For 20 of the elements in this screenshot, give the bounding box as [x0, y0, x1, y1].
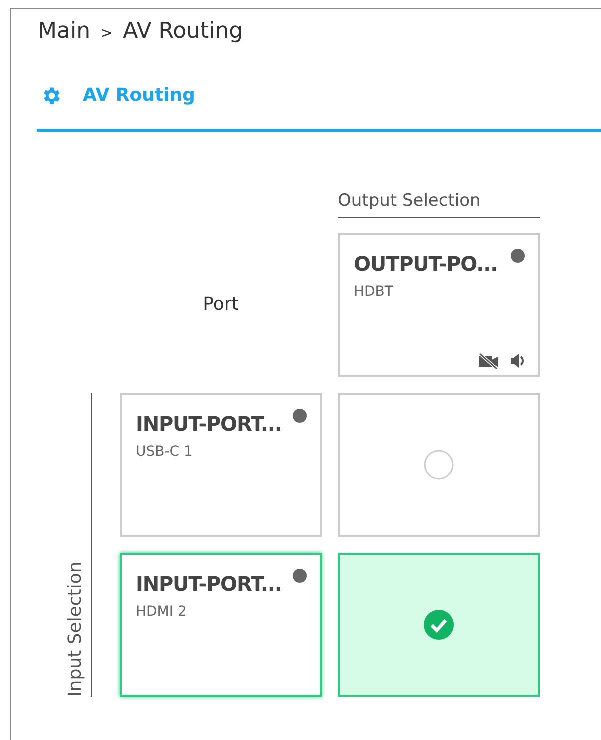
port-name: INPUT-PORT...	[136, 412, 282, 434]
row-header: Input Selection	[62, 392, 92, 696]
route-cell[interactable]	[338, 392, 540, 536]
breadcrumb-link[interactable]: Main	[38, 15, 91, 48]
check-icon	[424, 610, 454, 640]
port-label: Port	[202, 293, 240, 317]
route-cell[interactable]	[338, 552, 540, 696]
breadcrumb-separator: >	[100, 23, 114, 44]
port-type: HDMI 2	[136, 602, 188, 622]
status-dot-icon	[511, 248, 525, 262]
status-dot-icon	[293, 408, 307, 422]
port-name: INPUT-PORT...	[136, 572, 282, 594]
radio-icon	[424, 450, 454, 480]
status-dot-icon	[293, 568, 307, 582]
port-type: HDBT	[354, 282, 394, 302]
video-off-icon[interactable]	[478, 352, 500, 368]
port-type: USB-C 1	[136, 442, 194, 462]
column-header: Output Selection	[338, 189, 540, 218]
breadcrumb-link[interactable]: AV Routing	[123, 15, 244, 48]
port-name: OUTPUT-PO...	[354, 252, 498, 274]
